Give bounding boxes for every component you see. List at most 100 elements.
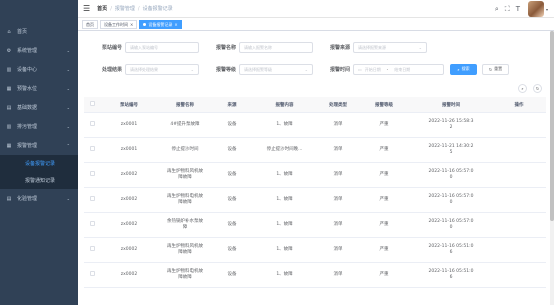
search-button[interactable]: ⌕ 搜索 bbox=[450, 63, 477, 75]
tag-home[interactable]: 首页 bbox=[82, 19, 98, 29]
cell-no: zx0002 bbox=[120, 222, 138, 227]
cell-source: 设备 bbox=[227, 147, 237, 152]
tag-label: 首页 bbox=[86, 21, 94, 27]
cell-type: 消单 bbox=[333, 147, 343, 152]
col-header: 来源 bbox=[227, 102, 237, 108]
cell-content: 1、故障 bbox=[276, 222, 293, 227]
cell-level: 严重 bbox=[379, 147, 389, 152]
select-all-cell bbox=[84, 101, 101, 108]
select-all-checkbox[interactable] bbox=[90, 101, 95, 106]
cell-no: zx0002 bbox=[120, 197, 138, 202]
time-range-picker[interactable]: ▭ 开始日期 - 结束日期 bbox=[353, 63, 444, 75]
sidebar-item-0[interactable]: ⌂ 首页 bbox=[0, 22, 78, 41]
row-select-cell bbox=[84, 221, 101, 229]
row-select-cell bbox=[84, 171, 101, 179]
submenu-item-1[interactable]: 报警通知记录 bbox=[0, 172, 78, 189]
sidebar-item-label: 基础数据 bbox=[17, 105, 38, 111]
breadcrumb-home[interactable]: 首页 bbox=[97, 5, 107, 12]
tag-device-alarm-record[interactable]: 设备报警记录 × bbox=[139, 19, 182, 29]
cell-time: 2022-11-16 05:51:0 6 bbox=[428, 269, 474, 280]
level-select[interactable]: 请选择报警等级 ⌄ bbox=[239, 63, 313, 75]
chevron-down-icon[interactable]: ▾ bbox=[546, 7, 548, 12]
row-checkbox[interactable] bbox=[90, 246, 95, 251]
table-row[interactable]: zx0002 再生炉物料风机故 障故障 设备 1、故障 消单 严重 2022-11-16 0… bbox=[84, 163, 546, 188]
chart-icon: ▦ bbox=[6, 85, 12, 92]
cell-name: 再生炉物料风机故 障故障 bbox=[167, 169, 203, 180]
chevron-down-icon: ⌄ bbox=[304, 66, 308, 72]
col-header: 报警等级 bbox=[375, 102, 393, 108]
row-checkbox[interactable] bbox=[90, 121, 95, 126]
cell-no: zx0002 bbox=[120, 247, 138, 252]
sidebar-item-label: 报警管理 bbox=[17, 143, 38, 149]
row-select-cell bbox=[84, 146, 101, 154]
sidebar-item-label: 预警水位 bbox=[17, 86, 38, 92]
sidebar-item-6[interactable]: ▦ 报警管理 ⌃ bbox=[0, 136, 78, 155]
table-row[interactable]: zx0002 再生炉物料电机故 障故障 设备 1、故障 消单 严重 2022-11-16 0… bbox=[84, 263, 546, 288]
row-checkbox[interactable] bbox=[90, 171, 95, 176]
cell-level: 严重 bbox=[379, 222, 389, 227]
row-checkbox[interactable] bbox=[90, 221, 95, 226]
table-body: zx0001 4#提升泵故障 设备 1、故障 消单 严重 2022-11-26 15:58:… bbox=[84, 113, 546, 288]
equipment-no-input[interactable]: 请输入泵站编号 bbox=[125, 41, 199, 53]
cell-type: 消单 bbox=[333, 122, 343, 127]
cell-time: 2022-11-16 05:51:0 6 bbox=[428, 244, 474, 255]
alarm-name-input[interactable]: 请输入报警名称 bbox=[239, 41, 313, 53]
cell-content: 1、故障 bbox=[276, 272, 293, 277]
sidebar-item-2[interactable]: ▥ 设备中心 ⌄ bbox=[0, 60, 78, 79]
fullscreen-icon[interactable]: ⛶ bbox=[505, 5, 510, 14]
col-header: 报警内容 bbox=[275, 102, 294, 108]
source-select[interactable]: 请选择报警来源 ⌄ bbox=[353, 41, 427, 53]
hamburger-icon[interactable]: ☰ bbox=[83, 4, 90, 13]
breadcrumb-current: 设备报警记录 bbox=[142, 6, 173, 12]
cell-time: 2022-11-16 05:57:0 0 bbox=[428, 169, 474, 180]
cell-name: 再生炉物料电机故 障故障 bbox=[167, 269, 203, 280]
home-icon: ⌂ bbox=[7, 28, 11, 35]
sidebar-item-5[interactable]: ▥ 排污管理 ⌄ bbox=[0, 117, 78, 136]
row-checkbox[interactable] bbox=[90, 271, 95, 276]
header-right-menu: ⌕ ⛶ T ▾ bbox=[495, 1, 548, 17]
table-row[interactable]: zx0002 再生炉物料电机故 障故障 设备 1、故障 消单 严重 2022-11-16 0… bbox=[84, 188, 546, 213]
reset-button[interactable]: ↻ 重置 bbox=[482, 63, 509, 75]
close-icon[interactable]: × bbox=[130, 22, 133, 27]
avatar[interactable] bbox=[527, 1, 544, 17]
col-header: 报警时间 bbox=[442, 102, 460, 108]
result-select[interactable]: 请选择处理结果 ⌄ bbox=[125, 63, 199, 75]
row-select-cell bbox=[84, 271, 101, 279]
scrollbar-thumb[interactable] bbox=[550, 31, 554, 221]
cell-name: 再生炉物料电机故 障故障 bbox=[167, 194, 203, 205]
row-checkbox[interactable] bbox=[90, 196, 95, 201]
search-button-label: 搜索 bbox=[461, 66, 470, 71]
cell-source: 设备 bbox=[227, 222, 237, 227]
table-row[interactable]: zx0001 停止提沙时间 设备 停止提沙时间晚... 消单 严重 2022-11-21 1… bbox=[84, 138, 546, 163]
search-icon[interactable]: ⌕ bbox=[495, 5, 499, 14]
search-form-row-1: 泵站编号 请输入泵站编号 报警名称 请输入报警名称 报警来源 请选择报警来源 ⌄ bbox=[78, 41, 554, 53]
refresh-button[interactable]: ↻ bbox=[533, 84, 542, 93]
table-row[interactable]: zx0002 再生炉物料风机故 障故障 设备 1、故障 消单 严重 2022-11-16 0… bbox=[84, 238, 546, 263]
calendar-icon: ▭ bbox=[358, 66, 362, 72]
sidebar-item-1[interactable]: ⚙ 系统管理 ⌄ bbox=[0, 41, 78, 60]
submenu-item-0[interactable]: 设备报警记录 bbox=[0, 155, 78, 172]
row-select-cell bbox=[84, 246, 101, 254]
page-scrollbar[interactable] bbox=[550, 31, 554, 305]
chevron-icon: ⌄ bbox=[66, 48, 70, 53]
alarm-name-label: 报警名称 bbox=[215, 44, 236, 51]
breadcrumb-separator: / bbox=[137, 5, 140, 12]
sidebar-item-3[interactable]: ▦ 预警水位 ⌄ bbox=[0, 79, 78, 98]
toggle-search-button[interactable]: ⌕ bbox=[518, 84, 527, 93]
font-size-icon[interactable]: T bbox=[516, 5, 520, 13]
chart-icon: ▥ bbox=[6, 123, 12, 130]
search-icon: ⌕ bbox=[521, 86, 524, 91]
result-label: 处理结果 bbox=[101, 66, 122, 73]
tag-label: 设备工作时间 bbox=[104, 21, 128, 27]
cell-type: 消单 bbox=[333, 247, 343, 252]
row-checkbox[interactable] bbox=[90, 146, 95, 151]
close-icon[interactable]: × bbox=[174, 22, 177, 27]
cell-time: 2022-11-16 05:57:0 0 bbox=[428, 219, 474, 230]
sidebar-item-4[interactable]: ▤ 基础数据 ⌄ bbox=[0, 98, 78, 117]
table-row[interactable]: zx0002 余热锅炉补水泵故 障 设备 1、故障 消单 严重 2022-11-16 05:… bbox=[84, 213, 546, 238]
tag-device-worktime[interactable]: 设备工作时间 × bbox=[100, 19, 138, 29]
sidebar-item-lab-management[interactable]: ▤ 化验管理 ⌄ bbox=[0, 189, 78, 208]
sidebar-item-label: 设备中心 bbox=[17, 67, 38, 73]
cell-level: 严重 bbox=[379, 122, 389, 127]
table-row[interactable]: zx0001 4#提升泵故障 设备 1、故障 消单 严重 2022-11-26 15:58:… bbox=[84, 113, 546, 138]
